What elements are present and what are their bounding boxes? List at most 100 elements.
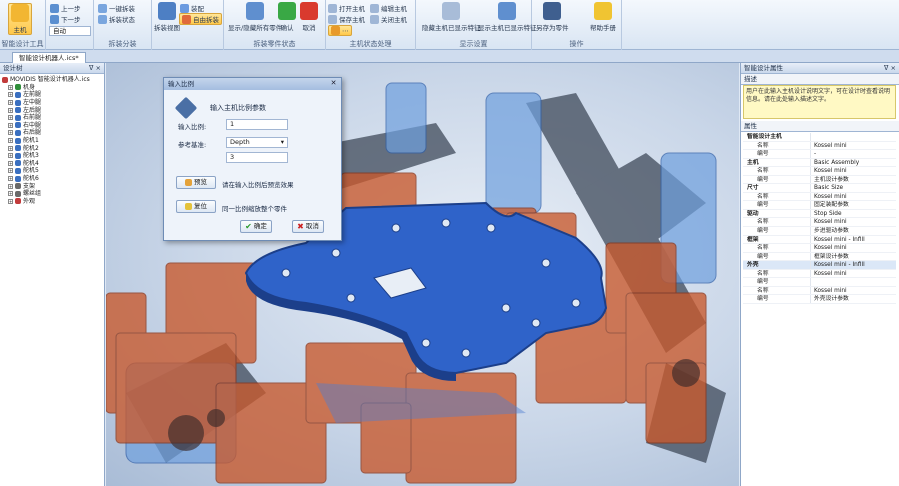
description-box[interactable]: 用户在此输入主机设计说明文字，可在设计时查看说明信息。请在此处输入描述文字。 bbox=[743, 85, 896, 119]
tree-item[interactable]: + 螺丝组 bbox=[2, 190, 104, 198]
tree-item[interactable]: + 舵机6 bbox=[2, 175, 104, 183]
tree-item[interactable]: + 左后腿 bbox=[2, 106, 104, 114]
document-tab[interactable]: 智能设计机器人.ics* bbox=[12, 52, 86, 63]
preview-button[interactable]: 预览 bbox=[176, 176, 216, 189]
property-row[interactable]: 名称 Kossel mini bbox=[743, 286, 896, 296]
property-value[interactable]: 固定装配参数 bbox=[811, 201, 896, 209]
property-value[interactable]: Kossel mini bbox=[811, 193, 896, 201]
expand-icon[interactable]: + bbox=[8, 122, 13, 128]
property-row[interactable]: 编号 主机设计参数 bbox=[743, 175, 896, 185]
expand-icon[interactable]: + bbox=[8, 145, 13, 151]
expand-icon[interactable]: + bbox=[8, 107, 13, 113]
host-button[interactable]: 主机 bbox=[8, 3, 32, 35]
property-value[interactable]: 主机设计参数 bbox=[811, 176, 896, 184]
property-value[interactable]: Kossel mini bbox=[811, 287, 896, 295]
property-value[interactable]: Basic Assembly bbox=[811, 159, 896, 167]
expand-icon[interactable]: + bbox=[8, 153, 13, 159]
expand-icon[interactable]: + bbox=[8, 138, 13, 144]
tree-item[interactable]: + 支架 bbox=[2, 182, 104, 190]
open-host-button[interactable]: 打开主机 bbox=[328, 3, 365, 13]
expand-icon[interactable]: + bbox=[8, 183, 13, 189]
tree-item[interactable]: + 舵机4 bbox=[2, 160, 104, 168]
property-value[interactable]: Stop Side bbox=[811, 210, 896, 218]
expand-icon[interactable]: + bbox=[8, 130, 13, 136]
expand-icon[interactable]: + bbox=[8, 100, 13, 106]
expand-icon[interactable]: + bbox=[8, 198, 13, 204]
tree-item[interactable]: + 右后腿 bbox=[2, 129, 104, 137]
highlight-button[interactable]: ⋯ bbox=[328, 25, 352, 36]
property-row[interactable]: 尺寸 Basic Size bbox=[743, 184, 896, 193]
property-row[interactable]: 名称 Kossel mini bbox=[743, 269, 896, 279]
property-value[interactable]: Kossel mini - Infill bbox=[811, 236, 896, 244]
confirm-button[interactable]: 确认 bbox=[278, 2, 296, 32]
ok-button[interactable]: ✔ 确定 bbox=[240, 220, 272, 233]
prev-step-button[interactable]: 上一步 bbox=[50, 3, 81, 13]
tree-item[interactable]: + 外观 bbox=[2, 198, 104, 206]
property-value[interactable]: 步进驱动参数 bbox=[811, 227, 896, 235]
expand-icon[interactable]: + bbox=[8, 160, 13, 166]
one-click-disassemble-button[interactable]: 一键拆装 bbox=[98, 3, 135, 13]
property-row[interactable]: 编号 外壳设计参数 bbox=[743, 295, 896, 304]
property-value[interactable]: Basic Size bbox=[811, 184, 896, 192]
close-host-button[interactable]: 关闭主机 bbox=[370, 14, 407, 24]
tree-item[interactable]: + 舵机5 bbox=[2, 167, 104, 175]
property-value[interactable]: Kossel mini bbox=[811, 270, 896, 278]
ratio-input[interactable]: 1 bbox=[226, 119, 288, 130]
disassemble-state-button[interactable]: 拆装状态 bbox=[98, 14, 135, 24]
show-features-button[interactable]: 显示主机已显示特征 bbox=[478, 2, 537, 32]
expand-icon[interactable]: + bbox=[8, 176, 13, 182]
property-value[interactable]: Kossel mini bbox=[811, 244, 896, 252]
save-as-part-button[interactable]: 另存为零件 bbox=[536, 2, 569, 32]
tree-item[interactable]: + 舵机1 bbox=[2, 137, 104, 145]
pin-icon[interactable]: ᐁ × bbox=[89, 63, 101, 73]
tree-item[interactable]: + 舵机3 bbox=[2, 152, 104, 160]
property-value[interactable]: - bbox=[811, 150, 896, 158]
property-value[interactable] bbox=[811, 278, 896, 286]
property-row[interactable]: 智能设计主机 bbox=[743, 133, 896, 142]
reset-button[interactable]: 复位 bbox=[176, 200, 216, 213]
pin-icon[interactable]: ᐁ × bbox=[884, 63, 896, 73]
property-value[interactable]: Kossel mini bbox=[811, 218, 896, 226]
property-row[interactable]: 编号 固定装配参数 bbox=[743, 201, 896, 210]
property-row[interactable]: 驱动 Stop Side bbox=[743, 209, 896, 219]
property-value[interactable]: 框架设计参数 bbox=[811, 253, 896, 261]
property-row[interactable]: 名称 Kossel mini bbox=[743, 167, 896, 176]
assemble-button[interactable]: 装配 bbox=[180, 3, 204, 13]
expand-icon[interactable]: + bbox=[8, 84, 13, 90]
cancel-op-button[interactable]: 取消 bbox=[300, 2, 318, 32]
property-row[interactable]: 名称 Kossel mini bbox=[743, 218, 896, 228]
tree-item[interactable]: + 右中腿 bbox=[2, 122, 104, 130]
tree-item[interactable]: + 舵机2 bbox=[2, 144, 104, 152]
property-value[interactable]: Kossel mini bbox=[811, 142, 896, 150]
property-row[interactable]: 编号 bbox=[743, 278, 896, 287]
close-icon[interactable]: ✕ bbox=[329, 79, 338, 88]
save-host-button[interactable]: 保存主机 bbox=[328, 14, 365, 24]
show-hide-parts-button[interactable]: 显示/隐藏所有零件 bbox=[228, 2, 282, 32]
expand-icon[interactable]: + bbox=[8, 168, 13, 174]
property-value[interactable]: Kossel mini - Infill bbox=[811, 261, 896, 269]
mode-select[interactable]: 自动 bbox=[49, 26, 91, 36]
property-row[interactable]: 名称 Kossel mini bbox=[743, 244, 896, 253]
property-row[interactable]: 主机 Basic Assembly bbox=[743, 158, 896, 168]
tree-item[interactable]: + 机身 bbox=[2, 84, 104, 92]
property-row[interactable]: 框架 Kossel mini - Infill bbox=[743, 235, 896, 245]
free-disassemble-button[interactable]: 自由拆装 bbox=[179, 13, 222, 25]
property-row[interactable]: 名称 Kossel mini bbox=[743, 192, 896, 202]
extra-input[interactable]: 3 bbox=[226, 152, 288, 163]
tree-root[interactable]: MOVIDIS 智能设计机器人.ics bbox=[2, 76, 104, 84]
tree-item[interactable]: + 左前腿 bbox=[2, 91, 104, 99]
property-row[interactable]: 外壳 Kossel mini - Infill bbox=[743, 261, 896, 270]
tree-item[interactable]: + 左中腿 bbox=[2, 99, 104, 107]
hide-features-button[interactable]: 隐藏主机已显示特征 bbox=[422, 2, 481, 32]
expand-icon[interactable]: + bbox=[8, 115, 13, 121]
property-value[interactable]: 外壳设计参数 bbox=[811, 295, 896, 303]
cancel-button[interactable]: ✖ 取消 bbox=[292, 220, 324, 233]
help-button[interactable]: 帮助手册 bbox=[590, 2, 616, 32]
property-row[interactable]: 编号 - bbox=[743, 150, 896, 159]
property-row[interactable]: 编号 步进驱动参数 bbox=[743, 227, 896, 236]
property-row[interactable]: 编号 框架设计参数 bbox=[743, 252, 896, 262]
property-value[interactable] bbox=[811, 133, 896, 141]
reference-select[interactable]: Depth ▾ bbox=[226, 137, 288, 148]
expand-icon[interactable]: + bbox=[8, 191, 13, 197]
property-row[interactable]: 名称 Kossel mini bbox=[743, 141, 896, 151]
